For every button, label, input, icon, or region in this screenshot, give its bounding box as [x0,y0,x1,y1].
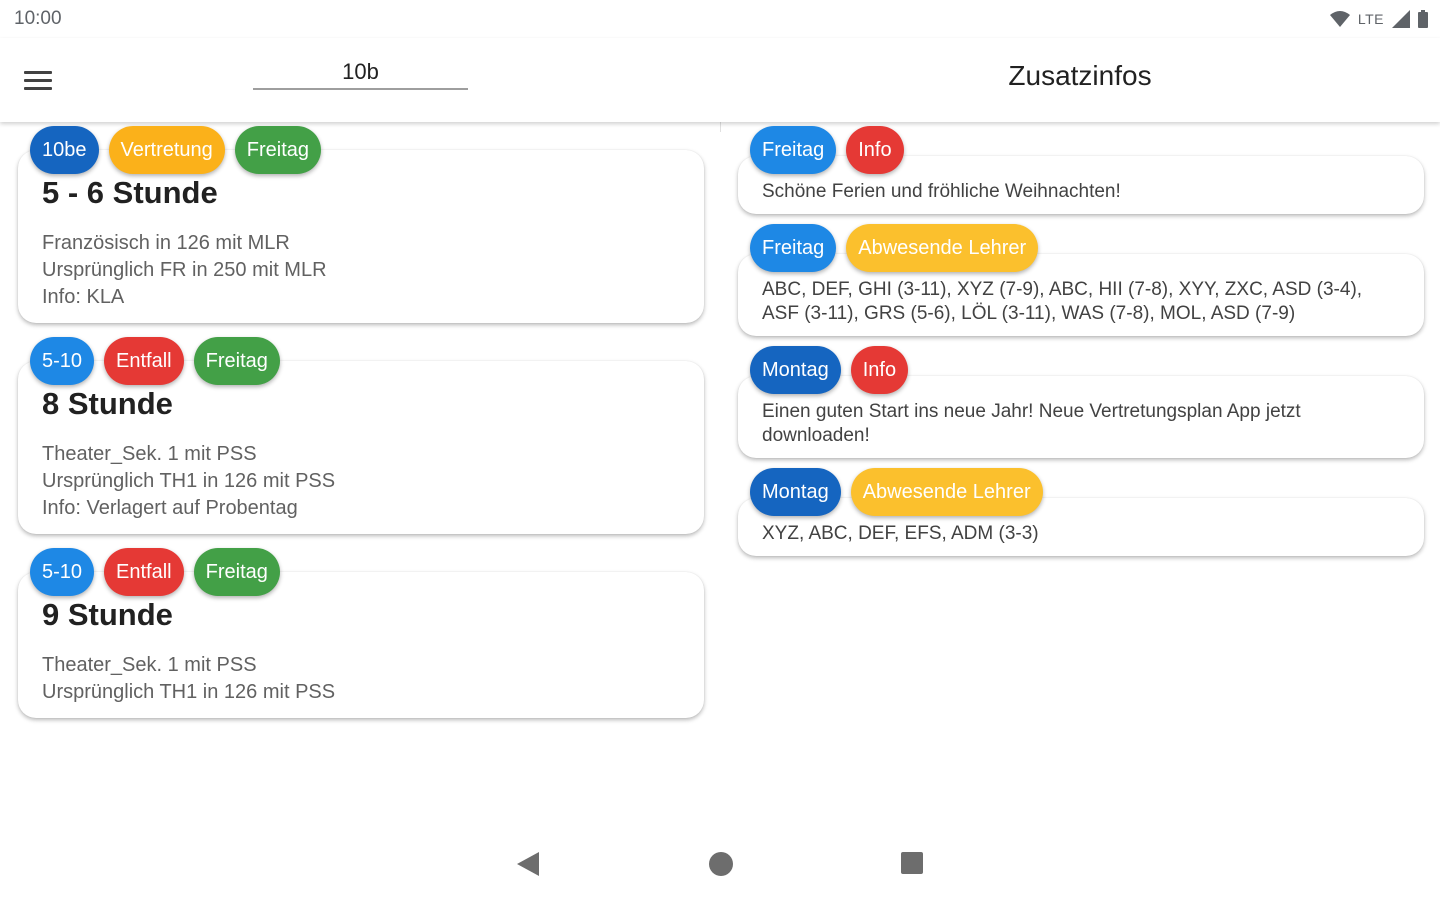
lesson-detail-line: Theater_Sek. 1 mit PSS [42,443,257,465]
info-list: Freitag Info Schöne Ferien und fröhliche W… [738,122,1424,562]
tag-chip: Freitag [193,337,280,385]
tag-row: Freitag Info [750,126,904,174]
info-panel-title: Zusatzinfos [1008,60,1152,91]
system-nav-bar [0,830,1440,900]
tag-row: Montag Info [750,346,909,394]
lesson-details: Französisch in 126 mit MLR Ursprünglich F… [42,230,680,311]
tag-row: 5-10 Entfall Freitag [30,548,280,596]
lesson-details: Theater_Sek. 1 mit PSS Ursprünglich TH1 i… [42,441,680,522]
lesson-detail-line: Ursprünglich TH1 in 126 mit PSS [42,470,336,492]
lesson-card[interactable]: 5 - 6 Stunde Französisch in 126 mit MLR Ur… [18,150,704,323]
lesson-entry: 5-10 Entfall Freitag 8 Stunde Theater_Sek. 1… [18,333,704,534]
tag-row: 5-10 Entfall Freitag [30,337,280,385]
tag-chip: Abwesende Lehrer [850,468,1043,516]
tag-chip: Freitag [234,126,322,174]
app-bar: Zusatzinfos [0,38,1440,122]
lesson-entry: 5-10 Entfall Freitag 9 Stunde Theater_Sek. 1… [18,544,704,718]
lesson-detail-line: Info: KLA [42,286,125,308]
back-icon[interactable] [517,852,539,876]
tag-chip: Entfall [104,337,184,385]
class-input[interactable] [253,56,468,90]
lesson-detail-line: Französisch in 126 mit MLR [42,232,290,254]
menu-icon[interactable] [24,62,60,98]
tag-row: Freitag Abwesende Lehrer [750,224,1039,272]
tag-chip: Montag [750,468,841,516]
info-entry: Montag Abwesende Lehrer XYZ, ABC, DEF, EFS… [738,464,1424,556]
lesson-list: 10be Vertretung Freitag 5 - 6 Stunde Französ… [18,122,704,728]
lesson-details: Theater_Sek. 1 mit PSS Ursprünglich TH1 i… [42,652,680,706]
lesson-card[interactable]: 8 Stunde Theater_Sek. 1 mit PSS Ursprüngli… [18,361,704,534]
tag-row: Montag Abwesende Lehrer [750,468,1043,516]
tag-chip: 5-10 [30,548,95,596]
info-text: Schöne Ferien und fröhliche Weihnachten! [762,181,1121,202]
lesson-detail-line: Ursprünglich FR in 250 mit MLR [42,259,327,281]
info-text: XYZ, ABC, DEF, EFS, ADM (3-3) [762,523,1039,544]
status-icons: LTE [1329,10,1428,28]
tag-chip: Info [846,126,904,174]
lesson-title: 8 Stunde [42,386,173,421]
battery-icon [1418,10,1428,28]
lesson-entry: 10be Vertretung Freitag 5 - 6 Stunde Französ… [18,122,704,323]
recents-icon[interactable] [901,852,923,874]
lesson-title: 9 Stunde [42,597,173,632]
info-entry: Freitag Info Schöne Ferien und fröhliche W… [738,122,1424,214]
tag-chip: Abwesende Lehrer [846,224,1039,272]
info-text: ABC, DEF, GHI (3-11), XYZ (7-9), ABC, HI… [762,279,1363,324]
lesson-detail-line: Theater_Sek. 1 mit PSS [42,654,257,676]
network-type: LTE [1357,11,1384,27]
lesson-detail-line: Info: Verlagert auf Probentag [42,497,298,519]
tag-chip: Freitag [750,126,837,174]
info-entry: Freitag Abwesende Lehrer ABC, DEF, GHI (3-… [738,220,1424,336]
tag-chip: 5-10 [30,337,95,385]
tag-chip: Freitag [750,224,837,272]
home-icon[interactable] [709,852,733,876]
panel-divider [720,122,721,132]
tag-chip: 10be [30,126,99,174]
lesson-title: 5 - 6 Stunde [42,175,218,210]
tag-row: 10be Vertretung Freitag [30,126,322,174]
info-entry: Montag Info Einen guten Start ins neue Jah… [738,342,1424,458]
signal-icon [1392,10,1410,28]
info-text: Einen guten Start ins neue Jahr! Neue Ve… [762,401,1301,446]
tag-chip: Entfall [104,548,184,596]
tag-chip: Montag [750,346,841,394]
tag-chip: Freitag [193,548,280,596]
tag-chip: Info [850,346,909,394]
status-bar: 10:00 LTE [0,0,1440,38]
wifi-icon [1329,11,1350,27]
status-time: 10:00 [14,8,62,29]
lesson-detail-line: Ursprünglich TH1 in 126 mit PSS [42,681,336,703]
tag-chip: Vertretung [108,126,225,174]
